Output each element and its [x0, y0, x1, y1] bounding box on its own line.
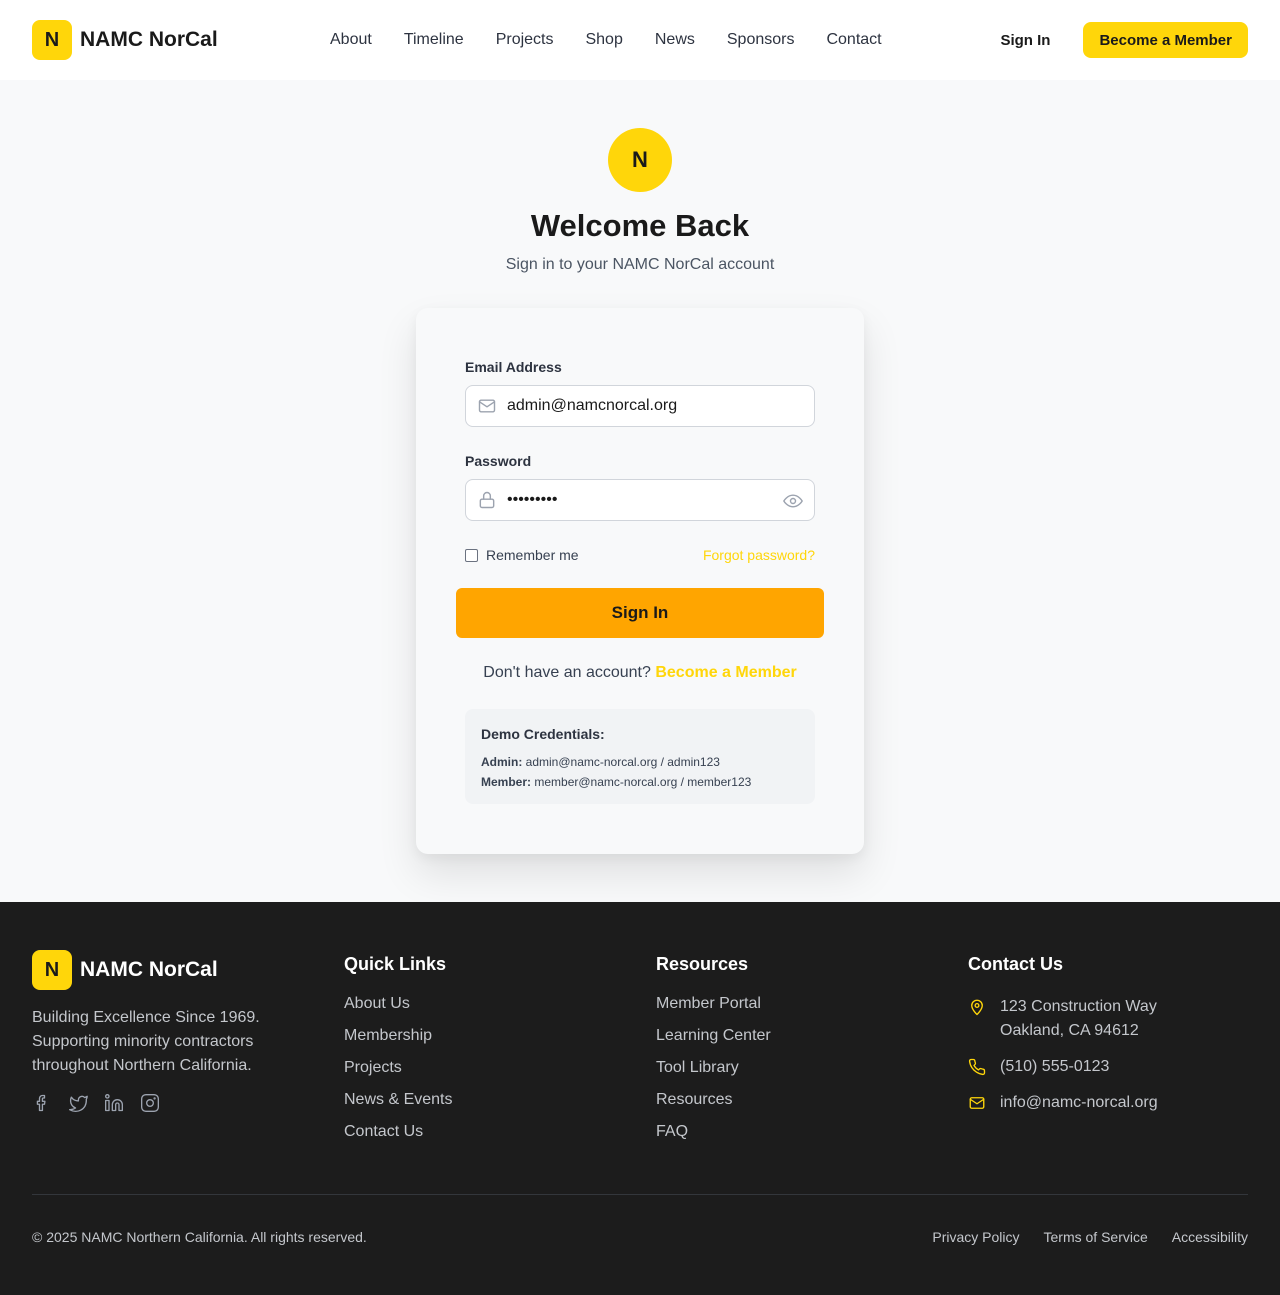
footer-divider — [32, 1194, 1248, 1195]
footer-link-member-portal[interactable]: Member Portal — [656, 995, 771, 1027]
nav-shop[interactable]: Shop — [585, 31, 622, 49]
site-footer: N NAMC NorCal Building Excellence Since … — [0, 902, 1280, 1295]
login-section: N Welcome Back Sign in to your NAMC NorC… — [0, 80, 1280, 902]
signin-button[interactable]: Sign In — [456, 588, 824, 638]
remember-label: Remember me — [486, 547, 579, 563]
footer-link-learning-center[interactable]: Learning Center — [656, 1027, 771, 1059]
page-subtitle: Sign in to your NAMC NorCal account — [505, 256, 775, 273]
map-pin-icon — [971, 999, 983, 1016]
address-line1: 123 Construction Way — [1000, 998, 1157, 1015]
twitter-icon[interactable] — [68, 1093, 88, 1113]
demo-credentials: Demo Credentials: Admin: admin@namc-norc… — [465, 709, 815, 804]
logo: N — [32, 20, 72, 60]
become-member-link[interactable]: Become a Member — [655, 664, 796, 681]
nav-timeline[interactable]: Timeline — [404, 31, 464, 49]
contact-title: Contact Us — [968, 954, 1064, 974]
email-field-wrapper[interactable] — [465, 385, 815, 427]
phone-icon — [968, 1058, 986, 1076]
eye-icon[interactable] — [783, 491, 803, 511]
quick-links-title: Quick Links — [344, 954, 447, 974]
mail-icon — [969, 1097, 985, 1109]
resources-title: Resources — [656, 954, 749, 974]
signup-prompt-text: Don't have an account? — [483, 664, 651, 681]
brand-name: NAMC NorCal — [80, 28, 218, 51]
social-links — [32, 1093, 160, 1113]
contact-address: 123 Construction Way Oakland, CA 94612 — [968, 995, 1158, 1043]
privacy-policy-link[interactable]: Privacy Policy — [932, 1229, 1019, 1245]
footer-link-projects[interactable]: Projects — [344, 1059, 452, 1091]
email-label: Email Address — [465, 359, 562, 375]
linkedin-icon[interactable] — [104, 1093, 124, 1113]
address-line2: Oakland, CA 94612 — [1000, 1022, 1139, 1039]
terms-link[interactable]: Terms of Service — [1044, 1229, 1148, 1245]
signup-prompt: Don't have an account? Become a Member — [416, 664, 864, 682]
header-actions: Sign In Become a Member — [1000, 0, 1248, 80]
instagram-icon[interactable] — [140, 1093, 160, 1113]
footer-link-contact[interactable]: Contact Us — [344, 1123, 452, 1155]
brand[interactable]: N NAMC NorCal — [32, 20, 218, 60]
nav-sponsors[interactable]: Sponsors — [727, 31, 795, 49]
footer-link-faq[interactable]: FAQ — [656, 1123, 771, 1155]
password-field-wrapper[interactable] — [465, 479, 815, 521]
accessibility-link[interactable]: Accessibility — [1172, 1229, 1248, 1245]
demo-member-label: Member: — [481, 775, 532, 789]
footer-link-about[interactable]: About Us — [344, 995, 452, 1027]
demo-admin-label: Admin: — [481, 755, 523, 769]
password-label: Password — [465, 453, 532, 469]
login-card: Email Address Password Remember me Forgo… — [416, 308, 864, 854]
footer-link-news[interactable]: News & Events — [344, 1091, 452, 1123]
demo-title: Demo Credentials: — [481, 726, 605, 742]
footer-brand[interactable]: N NAMC NorCal — [32, 950, 218, 990]
nav-contact[interactable]: Contact — [826, 31, 881, 49]
password-field[interactable] — [507, 491, 767, 509]
nav-projects[interactable]: Projects — [496, 31, 554, 49]
demo-admin-value: admin@namc-norcal.org / admin123 — [525, 755, 720, 769]
avatar: N — [608, 128, 672, 192]
remember-me[interactable]: Remember me — [465, 547, 579, 563]
page-title: Welcome Back — [530, 208, 750, 243]
contact-us: Contact Us 123 Construction Way Oakland,… — [968, 954, 1158, 1115]
email-field[interactable] — [507, 397, 767, 415]
demo-admin: Admin: admin@namc-norcal.org / admin123 — [481, 752, 799, 772]
footer-logo: N — [32, 950, 72, 990]
demo-member-value: member@namc-norcal.org / member123 — [534, 775, 752, 789]
footer-link-tool-library[interactable]: Tool Library — [656, 1059, 771, 1091]
demo-member: Member: member@namc-norcal.org / member1… — [481, 772, 799, 792]
site-header: N NAMC NorCal About Timeline Projects Sh… — [0, 0, 1280, 80]
lock-icon — [479, 491, 495, 509]
footer-link-resources[interactable]: Resources — [656, 1091, 771, 1123]
forgot-password-link[interactable]: Forgot password? — [703, 547, 815, 563]
resources: Resources Member Portal Learning Center … — [656, 954, 771, 1155]
copyright: © 2025 NAMC Northern California. All rig… — [32, 1229, 367, 1245]
mail-icon — [478, 399, 496, 413]
contact-phone: (510) 555-0123 — [968, 1055, 1158, 1079]
nav-about[interactable]: About — [330, 31, 372, 49]
footer-link-membership[interactable]: Membership — [344, 1027, 452, 1059]
become-member-button[interactable]: Become a Member — [1083, 22, 1248, 58]
nav-news[interactable]: News — [655, 31, 695, 49]
footer-brand-name: NAMC NorCal — [80, 958, 218, 981]
email-address[interactable]: info@namc-norcal.org — [1000, 1091, 1158, 1115]
quick-links: Quick Links About Us Membership Projects… — [344, 954, 452, 1155]
footer-description: Building Excellence Since 1969. Supporti… — [32, 1009, 260, 1074]
facebook-icon[interactable] — [32, 1093, 52, 1113]
legal-links: Privacy Policy Terms of Service Accessib… — [932, 1229, 1248, 1245]
main-nav: About Timeline Projects Shop News Sponso… — [330, 0, 882, 80]
remember-checkbox[interactable] — [465, 548, 478, 562]
contact-email: info@namc-norcal.org — [968, 1091, 1158, 1115]
header-signin-link[interactable]: Sign In — [1000, 32, 1050, 49]
phone-number[interactable]: (510) 555-0123 — [1000, 1055, 1109, 1079]
